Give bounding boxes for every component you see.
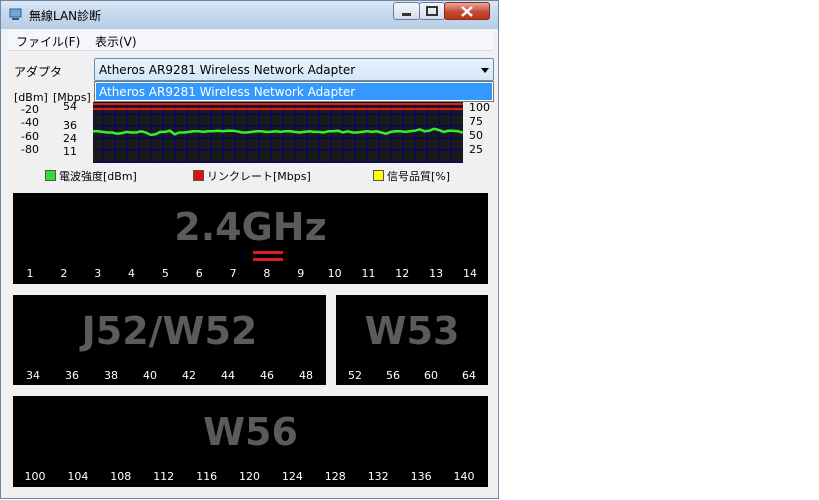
legend-swatch-quality: [373, 170, 384, 181]
channel-label: 120: [239, 470, 260, 483]
dbm-tick: -40: [21, 116, 39, 129]
minimize-icon: [402, 13, 411, 16]
channel-label: 116: [196, 470, 218, 483]
channel-label: 14: [463, 267, 477, 280]
maximize-button[interactable]: [419, 2, 445, 20]
menu-view[interactable]: 表示(V): [95, 33, 137, 50]
dbm-tick: -20: [21, 103, 39, 116]
pct-tick: 50: [469, 129, 483, 142]
legend-signal: 電波強度[dBm]: [59, 170, 137, 183]
band-panel-w52: J52/W52 34 36 38 40 42 44 46 48: [13, 295, 326, 385]
adapter-label: アダプタ: [14, 65, 63, 79]
channel-label: 64: [462, 369, 476, 382]
channel-label: 46: [260, 369, 274, 382]
adapter-select[interactable]: Atheros AR9281 Wireless Network Adapter: [94, 58, 494, 81]
menu-file[interactable]: ファイル(F): [16, 33, 80, 50]
adapter-select-value: Atheros AR9281 Wireless Network Adapter: [99, 63, 356, 77]
band-panel-2-4ghz: 2.4GHz 1 2 3 4 5 6 7 8 9 10 11 12 13 14: [13, 193, 488, 284]
channel-label: 100: [24, 470, 46, 483]
close-button[interactable]: [444, 2, 490, 20]
legend-swatch-signal: [45, 170, 56, 181]
channel-label: 140: [453, 470, 475, 483]
active-channel-marker: [253, 258, 283, 261]
channel-label: 38: [104, 369, 118, 382]
channel-label: 1: [26, 267, 34, 280]
band-name-2-4ghz: 2.4GHz: [174, 205, 327, 249]
active-channel-marker: [253, 251, 283, 254]
channel-label: 12: [395, 267, 410, 280]
band-name-w56: W56: [203, 410, 298, 454]
channel-label: 132: [367, 470, 389, 483]
band-panel-w56: W56 100 104 108 112 116 120 124 128 132 136 140: [13, 396, 488, 487]
channel-label: 112: [153, 470, 175, 483]
legend-link: リンクレート[Mbps]: [207, 170, 311, 183]
channel-label: 34: [26, 369, 40, 382]
adapter-dropdown-list: Atheros AR9281 Wireless Network Adapter: [94, 81, 494, 102]
channel-label: 6: [195, 267, 203, 280]
channel-label: 42: [182, 369, 196, 382]
channel-label: 60: [424, 369, 438, 382]
channel-label: 13: [429, 267, 444, 280]
channel-label: 9: [297, 267, 305, 280]
channel-label: 2: [60, 267, 68, 280]
chevron-down-icon: [481, 68, 489, 73]
window-title: 無線LAN診断: [29, 9, 102, 23]
pct-tick: 75: [469, 115, 483, 128]
dbm-tick: -80: [21, 143, 39, 156]
adapter-option-label: Atheros AR9281 Wireless Network Adapter: [99, 85, 356, 99]
network-icon: [9, 8, 22, 20]
menu-bar: ファイル(F) 表示(V): [8, 30, 493, 51]
channel-label: 40: [143, 369, 157, 382]
mbps-tick: 36: [63, 119, 77, 132]
channel-label: 56: [386, 369, 400, 382]
dbm-tick: -60: [21, 130, 39, 143]
legend-quality: 信号品質[%]: [387, 170, 451, 183]
channel-label: 10: [327, 267, 342, 280]
mbps-tick: 11: [63, 145, 77, 158]
channel-label: 124: [281, 470, 303, 483]
close-icon: [461, 6, 473, 17]
minimize-button[interactable]: [393, 2, 420, 20]
maximize-icon: [426, 6, 438, 16]
band-panel-w53: W53 52 56 60 64: [336, 295, 488, 385]
channel-label: 44: [221, 369, 235, 382]
channel-label: 36: [65, 369, 79, 382]
adapter-option[interactable]: Atheros AR9281 Wireless Network Adapter: [96, 83, 492, 100]
channel-label: 7: [229, 267, 237, 280]
pct-tick: 25: [469, 143, 483, 156]
channel-label: 5: [161, 267, 169, 280]
channel-label: 3: [94, 267, 102, 280]
channel-label: 104: [67, 470, 89, 483]
title-bar[interactable]: 無線LAN診断: [1, 1, 498, 29]
channel-label: 108: [110, 470, 132, 483]
band-name-w52: J52/W52: [81, 309, 258, 353]
mbps-tick: 24: [63, 132, 77, 145]
pct-tick: 100: [469, 101, 490, 114]
channel-label: 136: [410, 470, 432, 483]
channel-label: 4: [128, 267, 136, 280]
mbps-tick: 54: [63, 100, 77, 113]
channel-label: 52: [348, 369, 362, 382]
channel-label: 128: [324, 470, 346, 483]
channel-label: 48: [299, 369, 313, 382]
channel-label: 11: [361, 267, 376, 280]
channel-label: 8: [263, 267, 271, 280]
signal-graph: [93, 102, 463, 163]
band-name-w53: W53: [364, 309, 460, 353]
legend-swatch-link: [193, 170, 204, 181]
app-window: 無線LAN診断 ファイル(F) 表示(V) アダプタ Atheros AR928…: [0, 0, 499, 499]
